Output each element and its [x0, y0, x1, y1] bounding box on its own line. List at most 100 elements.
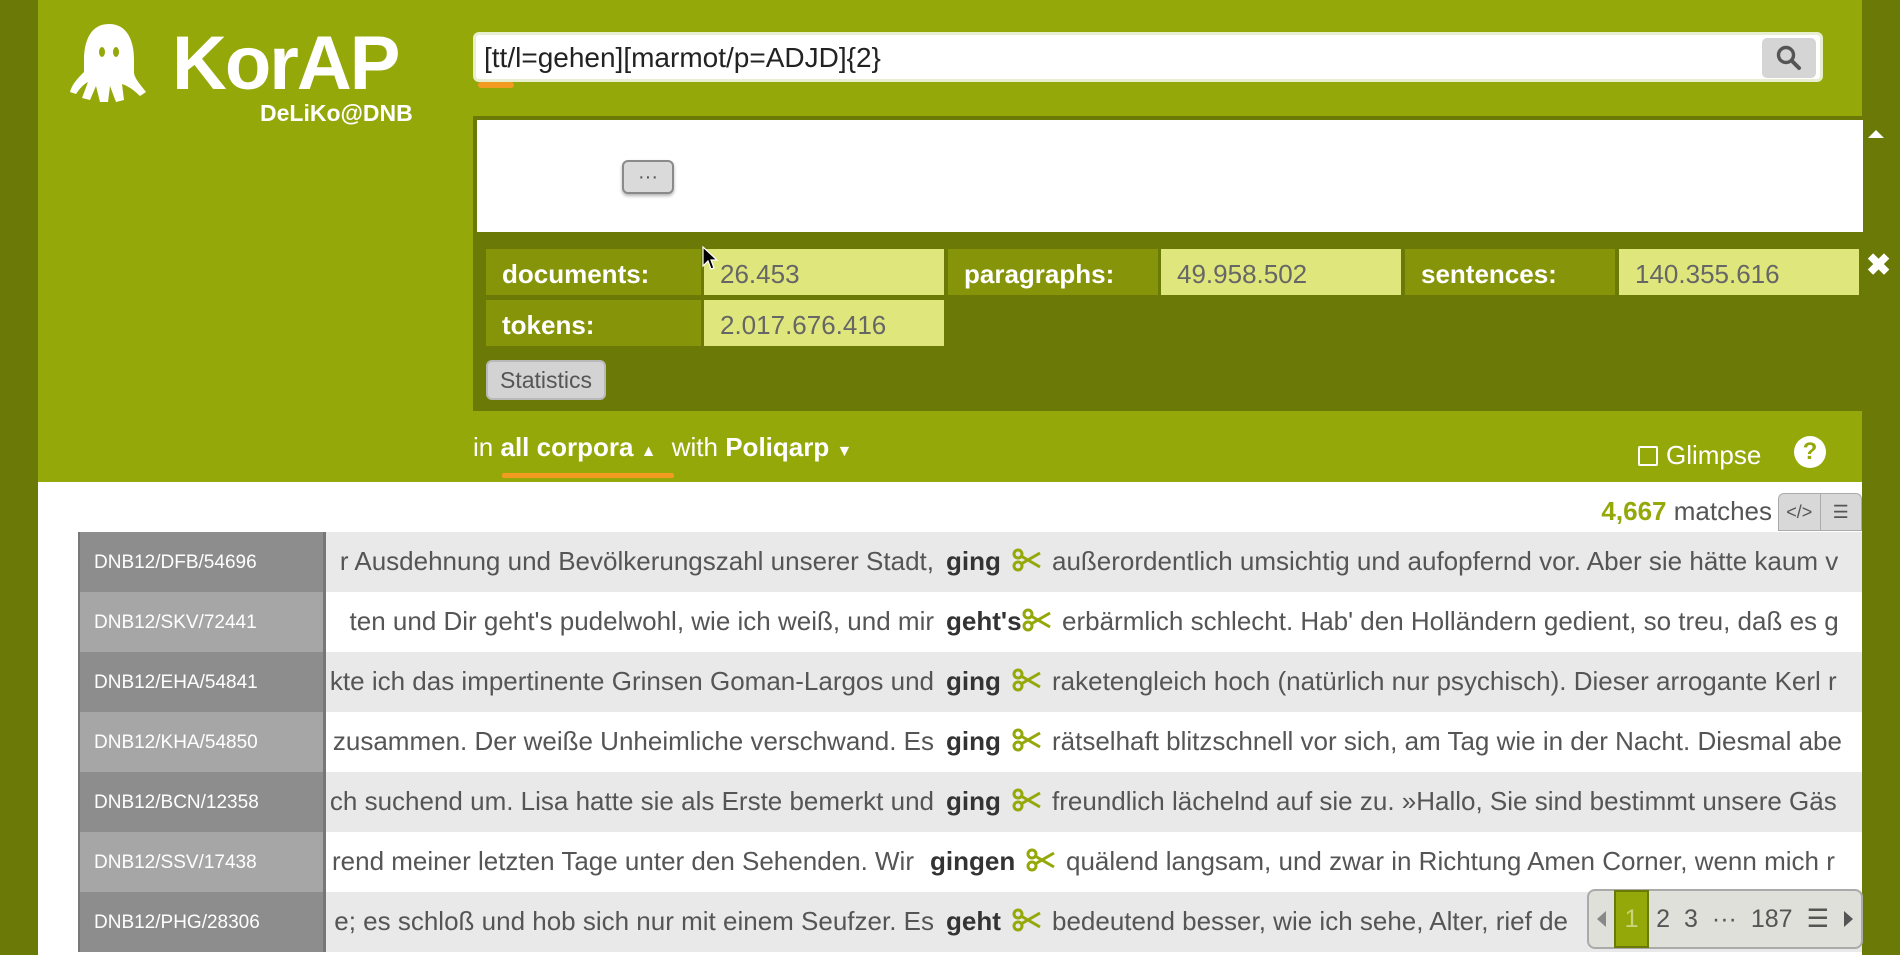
- page-link[interactable]: 3: [1677, 905, 1705, 934]
- instance-label: DeLiKo@DNB: [260, 100, 413, 126]
- query-language-selector[interactable]: Poliqarp: [725, 432, 829, 462]
- match-row[interactable]: DNB12/EHA/54841 kte ich das impertinente…: [78, 652, 1862, 712]
- kwic-snippet[interactable]: ch suchend um. Lisa hatte sie als Erste …: [326, 772, 1862, 832]
- ghost-logo-icon: [70, 24, 146, 102]
- with-label: with: [671, 432, 718, 462]
- page-link[interactable]: 2: [1649, 905, 1677, 934]
- query-builder-area: ···: [473, 116, 1863, 236]
- match-signature[interactable]: DNB12/DFB/54696: [78, 532, 326, 592]
- search-bar: [473, 32, 1823, 82]
- menu-icon[interactable]: ☰: [1800, 904, 1836, 934]
- corpus-selector[interactable]: all corpora: [500, 432, 633, 462]
- left-context: ch suchend um. Lisa hatte sie als Erste …: [329, 786, 934, 816]
- stat-value-sentences: 140.355.616: [1619, 249, 1859, 295]
- scissors-icon[interactable]: [1012, 788, 1042, 819]
- scissors-icon[interactable]: [1012, 908, 1042, 939]
- match-signature[interactable]: DNB12/EHA/54841: [78, 652, 326, 712]
- pagination: 1 2 3 ··· 187 ☰: [1587, 889, 1863, 949]
- stat-key-sentences: sentences:: [1405, 249, 1615, 295]
- next-icon[interactable]: [1844, 911, 1853, 927]
- match-keyword: geht's: [946, 606, 1022, 636]
- right-strip: [1862, 0, 1900, 955]
- scissors-icon[interactable]: [1012, 548, 1042, 579]
- match-signature[interactable]: DNB12/PHG/28306: [78, 892, 326, 952]
- page-ellipsis: ···: [1711, 904, 1737, 933]
- stat-key-documents: documents:: [486, 249, 701, 295]
- scissors-icon[interactable]: [1022, 608, 1052, 639]
- query-error-marker: [478, 82, 514, 88]
- collapse-icon[interactable]: [1868, 130, 1884, 138]
- mouse-cursor-icon: [702, 246, 718, 270]
- match-keyword: ging: [946, 546, 1001, 576]
- match-row[interactable]: DNB12/SKV/72441 ten und Dir geht's pudel…: [78, 592, 1862, 652]
- glimpse-label: Glimpse: [1666, 440, 1762, 470]
- glimpse-checkbox[interactable]: [1638, 445, 1658, 466]
- right-context: erbärmlich schlecht. Hab' den Holländern…: [1062, 606, 1839, 636]
- search-icon: [1776, 45, 1801, 70]
- logo[interactable]: KorAP DeLiKo@DNB: [68, 18, 428, 126]
- code-view-icon[interactable]: </>: [1779, 494, 1820, 530]
- kwic-snippet[interactable]: ten und Dir geht's pudelwohl, wie ich we…: [326, 592, 1862, 652]
- kwic-snippet[interactable]: r Ausdehnung und Bevölkerungszahl unsere…: [326, 532, 1862, 592]
- match-signature[interactable]: DNB12/SSV/17438: [78, 832, 326, 892]
- right-context: raketengleich hoch (natürlich nur psychi…: [1052, 666, 1837, 696]
- kwic-snippet[interactable]: zusammen. Der weiße Unheimliche verschwa…: [326, 712, 1862, 772]
- help-icon[interactable]: ?: [1794, 436, 1826, 468]
- text-view-icon[interactable]: ☰: [1819, 494, 1862, 530]
- search-button[interactable]: [1762, 38, 1816, 78]
- view-toggle-group: </> ☰: [1778, 493, 1862, 531]
- dropdown-down-icon[interactable]: ▼: [836, 443, 852, 460]
- left-context: kte ich das impertinente Grinsen Goman-L…: [329, 666, 934, 696]
- page-link-last[interactable]: 187: [1744, 905, 1800, 934]
- more-options-button[interactable]: ···: [622, 160, 674, 194]
- left-context: r Ausdehnung und Bevölkerungszahl unsere…: [339, 546, 934, 576]
- stat-value-paragraphs: 49.958.502: [1161, 249, 1401, 295]
- match-signature[interactable]: DNB12/BCN/12358: [78, 772, 326, 832]
- match-signature[interactable]: DNB12/SKV/72441: [78, 592, 326, 652]
- right-context: bedeutend besser, wie ich sehe, Alter, r…: [1052, 906, 1569, 936]
- match-count: 4,667 matches: [1601, 496, 1772, 527]
- corpus-statistics-panel: documents: 26.453 paragraphs: 49.958.502…: [473, 236, 1863, 411]
- stat-value-tokens: 2.017.676.416: [704, 300, 944, 346]
- scissors-icon[interactable]: [1026, 848, 1056, 879]
- match-keyword: geht: [946, 906, 1001, 936]
- match-row[interactable]: DNB12/BCN/12358 ch suchend um. Lisa hatt…: [78, 772, 1862, 832]
- prev-icon[interactable]: [1597, 911, 1606, 927]
- dropdown-up-icon[interactable]: ▲: [641, 443, 657, 460]
- left-context: zusammen. Der weiße Unheimliche verschwa…: [332, 726, 934, 756]
- scissors-icon[interactable]: [1012, 728, 1042, 759]
- stat-key-tokens: tokens:: [486, 300, 701, 346]
- left-context: ten und Dir geht's pudelwohl, wie ich we…: [349, 606, 934, 636]
- right-context: rätselhaft blitzschnell vor sich, am Tag…: [1052, 726, 1842, 756]
- page-current[interactable]: 1: [1614, 890, 1650, 948]
- match-keyword: ging: [946, 726, 1001, 756]
- kwic-snippet[interactable]: kte ich das impertinente Grinsen Goman-L…: [326, 652, 1862, 712]
- right-context: freundlich lächelnd auf sie zu. »Hallo, …: [1052, 786, 1837, 816]
- left-strip: [0, 0, 38, 955]
- close-icon[interactable]: ✖: [1866, 248, 1891, 283]
- search-input[interactable]: [484, 37, 1734, 79]
- virtual-corpus-bar: in all corpora ▲ with Poliqarp ▼: [473, 432, 852, 463]
- match-row[interactable]: DNB12/DFB/54696 r Ausdehnung und Bevölke…: [78, 532, 1862, 592]
- right-context: außerordentlich umsichtig und aufopfernd…: [1052, 546, 1839, 576]
- match-row[interactable]: DNB12/KHA/54850 zusammen. Der weiße Unhe…: [78, 712, 1862, 772]
- right-context: quälend langsam, und zwar in Richtung Am…: [1066, 846, 1835, 876]
- logo-wordmark: KorAP: [172, 21, 400, 106]
- match-keyword: ging: [946, 666, 1001, 696]
- left-context: rend meiner letzten Tage unter den Sehen…: [332, 846, 914, 876]
- match-keyword: ging: [946, 786, 1001, 816]
- statistics-button[interactable]: Statistics: [486, 360, 606, 400]
- scissors-icon[interactable]: [1012, 668, 1042, 699]
- corpus-selector-underline: [502, 473, 674, 478]
- match-count-number: 4,667: [1601, 496, 1667, 526]
- match-signature[interactable]: DNB12/KHA/54850: [78, 712, 326, 772]
- glimpse-toggle[interactable]: Glimpse: [1638, 440, 1761, 471]
- kwic-snippet[interactable]: rend meiner letzten Tage unter den Sehen…: [326, 832, 1862, 892]
- stat-key-paragraphs: paragraphs:: [948, 249, 1158, 295]
- left-context: e; es schloß und hob sich nur mit einem …: [334, 906, 934, 936]
- results-area: 4,667 matches </> ☰ DNB12/DFB/54696 r Au…: [38, 482, 1862, 955]
- in-label: in: [473, 432, 494, 462]
- match-keyword: gingen: [930, 846, 1016, 876]
- stat-value-documents: 26.453: [704, 249, 944, 295]
- match-row[interactable]: DNB12/SSV/17438 rend meiner letzten Tage…: [78, 832, 1862, 892]
